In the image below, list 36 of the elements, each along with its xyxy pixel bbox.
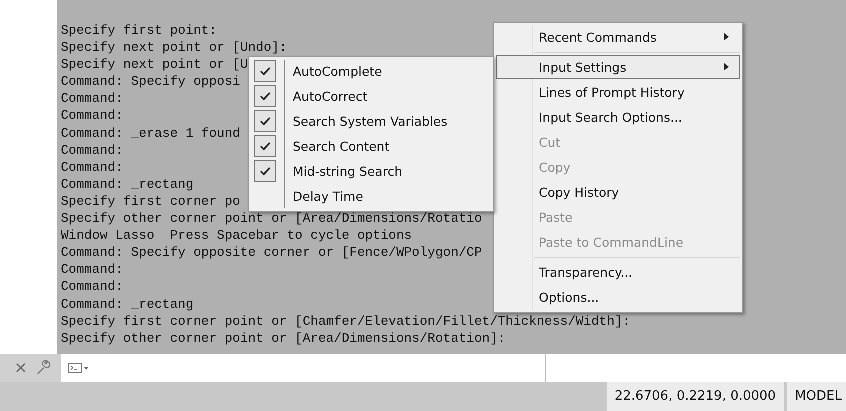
- menu-item[interactable]: Recent Commands: [496, 25, 740, 49]
- menu-item[interactable]: Input Settings: [496, 55, 740, 79]
- history-line: Command:: [61, 107, 124, 125]
- close-icon[interactable]: [16, 363, 26, 373]
- menu-item[interactable]: Input Search Options...: [496, 105, 740, 129]
- history-line: Specify other corner point or [Area/Dimensions/Rotatio: [61, 210, 482, 228]
- menu-item[interactable]: Transparency...: [496, 260, 740, 284]
- history-line: Specify first corner po: [61, 192, 240, 210]
- history-line: Command: _rectang: [61, 296, 194, 313]
- history-line: Specify first point:: [61, 22, 218, 40]
- menu-item[interactable]: AutoComplete: [251, 59, 491, 83]
- history-line: Window Lasso Press Spacebar to cycle options: [61, 227, 412, 244]
- history-line: Specify next point or [U: [61, 56, 248, 74]
- history-line: Command: Specify opposite corner or [Fence/WPolygon/CP: [61, 244, 482, 262]
- model-space-toggle[interactable]: MODEL: [787, 382, 846, 411]
- terminal-dropdown-icon[interactable]: [68, 362, 90, 374]
- menu-item[interactable]: AutoCorrect: [251, 84, 491, 108]
- history-line: Command: _erase 1 found: [61, 124, 240, 142]
- history-line: Command:: [61, 278, 124, 296]
- menu-item[interactable]: Search Content: [251, 134, 491, 158]
- history-line: Command:: [61, 142, 124, 159]
- menu-item[interactable]: Options...: [496, 285, 740, 309]
- history-line: Command:: [61, 90, 124, 108]
- menu-item[interactable]: Delay Time: [251, 184, 491, 208]
- history-line: Specify first corner point or [Chamfer/Elevation/Fillet/Thickness/Width]:: [61, 312, 630, 330]
- history-line: Command:: [61, 158, 124, 176]
- menu-item[interactable]: Copy History: [496, 180, 740, 204]
- menu-item[interactable]: Search System Variables: [251, 109, 491, 133]
- history-line: Command: Specify opposi: [61, 73, 240, 90]
- history-line: Command:: [61, 261, 124, 278]
- history-line: Specify next point or [Undo]:: [61, 39, 288, 56]
- menu-item[interactable]: Mid-string Search: [251, 159, 491, 183]
- history-line: Command: _rectang: [61, 176, 194, 193]
- coordinates-readout: 22.6706, 0.2219, 0.0000: [606, 382, 784, 411]
- history-line: Specify other corner point or [Area/Dimensions/Rotation]:: [61, 330, 506, 347]
- menu-item[interactable]: Lines of Prompt History: [496, 80, 740, 104]
